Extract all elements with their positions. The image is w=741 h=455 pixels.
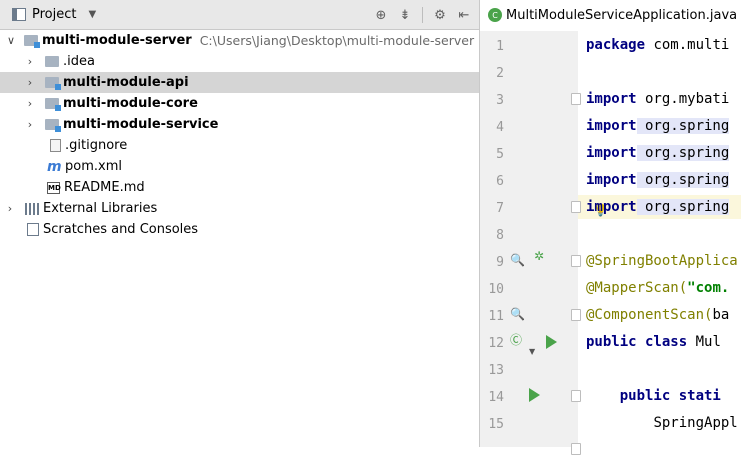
chevron-right-icon[interactable]: ›: [3, 202, 17, 215]
code-line: public stati: [619, 388, 721, 404]
hide-panel-icon[interactable]: ⇤: [455, 6, 473, 24]
tree-item-multi-module-server[interactable]: ∨ multi-module-server C:\Users\Jiang\Des…: [0, 30, 479, 51]
line-number: 11: [488, 309, 504, 324]
chevron-down-icon[interactable]: ∨: [4, 34, 18, 47]
module-folder-icon: [24, 35, 40, 48]
gear-icon[interactable]: ⚙: [431, 6, 449, 24]
code-line: SpringAppl: [653, 415, 738, 431]
line-number: 9: [496, 255, 504, 270]
module-folder-icon: [45, 98, 61, 111]
project-panel-header: Project ▼ ⊕ ⇟ ⚙ ⇤: [0, 0, 479, 30]
code-line: import org.mybati: [586, 91, 730, 107]
spring-bean-icon[interactable]: ✲: [534, 249, 544, 263]
tree-item-gitignore[interactable]: .gitignore: [0, 135, 479, 156]
chevron-right-icon[interactable]: ›: [23, 76, 37, 89]
run-icon[interactable]: [529, 388, 540, 402]
project-view-selector[interactable]: Project ▼: [12, 7, 96, 22]
line-number: 15: [488, 417, 504, 432]
line-number: 8: [496, 228, 504, 243]
bean-search-icon[interactable]: 🔍: [510, 253, 525, 267]
spring-class-icon: C: [488, 8, 502, 22]
module-folder-icon: [45, 77, 61, 90]
line-number: 5: [496, 147, 504, 162]
locate-icon[interactable]: ⊕: [372, 6, 390, 24]
editor-gutter: 1 2 3 4 5 6 7 8 9 10 11 12 13 14 15 🔍 ✲ …: [480, 31, 608, 455]
run-icon[interactable]: [546, 335, 557, 349]
code-line: import org.spring: [586, 199, 730, 215]
line-number: 14: [488, 390, 504, 405]
line-number: 10: [488, 282, 504, 297]
line-number: 3: [496, 93, 504, 108]
tree-item-label: .gitignore: [65, 138, 128, 153]
project-panel: Project ▼ ⊕ ⇟ ⚙ ⇤ ∨ multi-module-server …: [0, 0, 480, 447]
module-folder-icon: [45, 119, 61, 132]
editor-tab-label: MultiModuleServiceApplication.java: [506, 7, 738, 23]
code-line: @MapperScan("com.: [586, 280, 730, 296]
code-editor: C MultiModuleServiceApplication.java 1 2…: [480, 0, 741, 455]
tree-item-label: multi-module-core: [63, 96, 198, 111]
text-file-icon: [50, 139, 61, 152]
folder-icon: [45, 56, 59, 67]
project-panel-icon: [12, 8, 26, 21]
tree-item-label: pom.xml: [65, 159, 122, 174]
code-line: @SpringBootApplica: [586, 253, 738, 269]
tree-item-pom-xml[interactable]: m pom.xml: [0, 156, 479, 177]
tree-item-label: multi-module-api: [63, 75, 189, 90]
tree-item-label: External Libraries: [43, 201, 158, 216]
tree-item-label: Scratches and Consoles: [43, 222, 199, 237]
dropdown-icon[interactable]: ▼: [529, 347, 535, 356]
tree-item-external-libraries[interactable]: › External Libraries: [0, 198, 479, 219]
tree-item-multi-module-api[interactable]: › multi-module-api: [0, 72, 479, 93]
bean-search-icon[interactable]: 🔍: [510, 307, 525, 321]
line-number: 6: [496, 174, 504, 189]
tree-item-multi-module-core[interactable]: › multi-module-core: [0, 93, 479, 114]
spring-class-icon[interactable]: Ⓒ: [510, 331, 522, 348]
tree-item-idea[interactable]: › .idea: [0, 51, 479, 72]
tree-item-label: multi-module-service: [63, 117, 219, 132]
toolbar-divider: [422, 7, 423, 23]
code-line: @ComponentScan(ba: [586, 307, 730, 323]
line-number: 7: [496, 201, 504, 216]
collapse-all-icon[interactable]: ⇟: [396, 6, 414, 24]
code-line: package com.multi: [586, 37, 730, 53]
tree-item-label: README.md: [64, 180, 145, 195]
code-line: public class Mul: [586, 334, 721, 350]
maven-icon: m: [47, 158, 62, 175]
chevron-down-icon: ▼: [88, 9, 97, 20]
tree-item-scratches[interactable]: Scratches and Consoles: [0, 219, 479, 240]
line-number: 13: [488, 363, 504, 378]
line-number: 12: [488, 336, 504, 351]
line-number: 1: [496, 39, 504, 54]
chevron-right-icon[interactable]: ›: [23, 118, 37, 131]
code-line: import org.spring: [586, 145, 730, 161]
line-number: 2: [496, 66, 504, 81]
tree-item-path: C:\Users\Jiang\Desktop\multi-module-serv…: [199, 33, 475, 48]
code-line: import org.spring: [586, 118, 730, 134]
editor-tab-bar: C MultiModuleServiceApplication.java: [480, 0, 741, 30]
markdown-icon: MD: [47, 181, 61, 194]
tree-item-readme-md[interactable]: MD README.md: [0, 177, 479, 198]
editor-tab-active[interactable]: C MultiModuleServiceApplication.java: [480, 0, 741, 30]
code-area[interactable]: package com.multi import org.mybati impo…: [578, 31, 741, 447]
tree-item-label: .idea: [63, 54, 95, 69]
library-icon: [25, 202, 39, 215]
line-number: 4: [496, 120, 504, 135]
chevron-right-icon[interactable]: ›: [23, 55, 37, 68]
chevron-right-icon[interactable]: ›: [23, 97, 37, 110]
tree-item-multi-module-service[interactable]: › multi-module-service: [0, 114, 479, 135]
project-panel-title: Project: [32, 7, 77, 22]
scratches-icon: [27, 223, 39, 236]
tree-item-label: multi-module-server: [42, 33, 192, 48]
code-line: import org.spring: [586, 172, 730, 188]
